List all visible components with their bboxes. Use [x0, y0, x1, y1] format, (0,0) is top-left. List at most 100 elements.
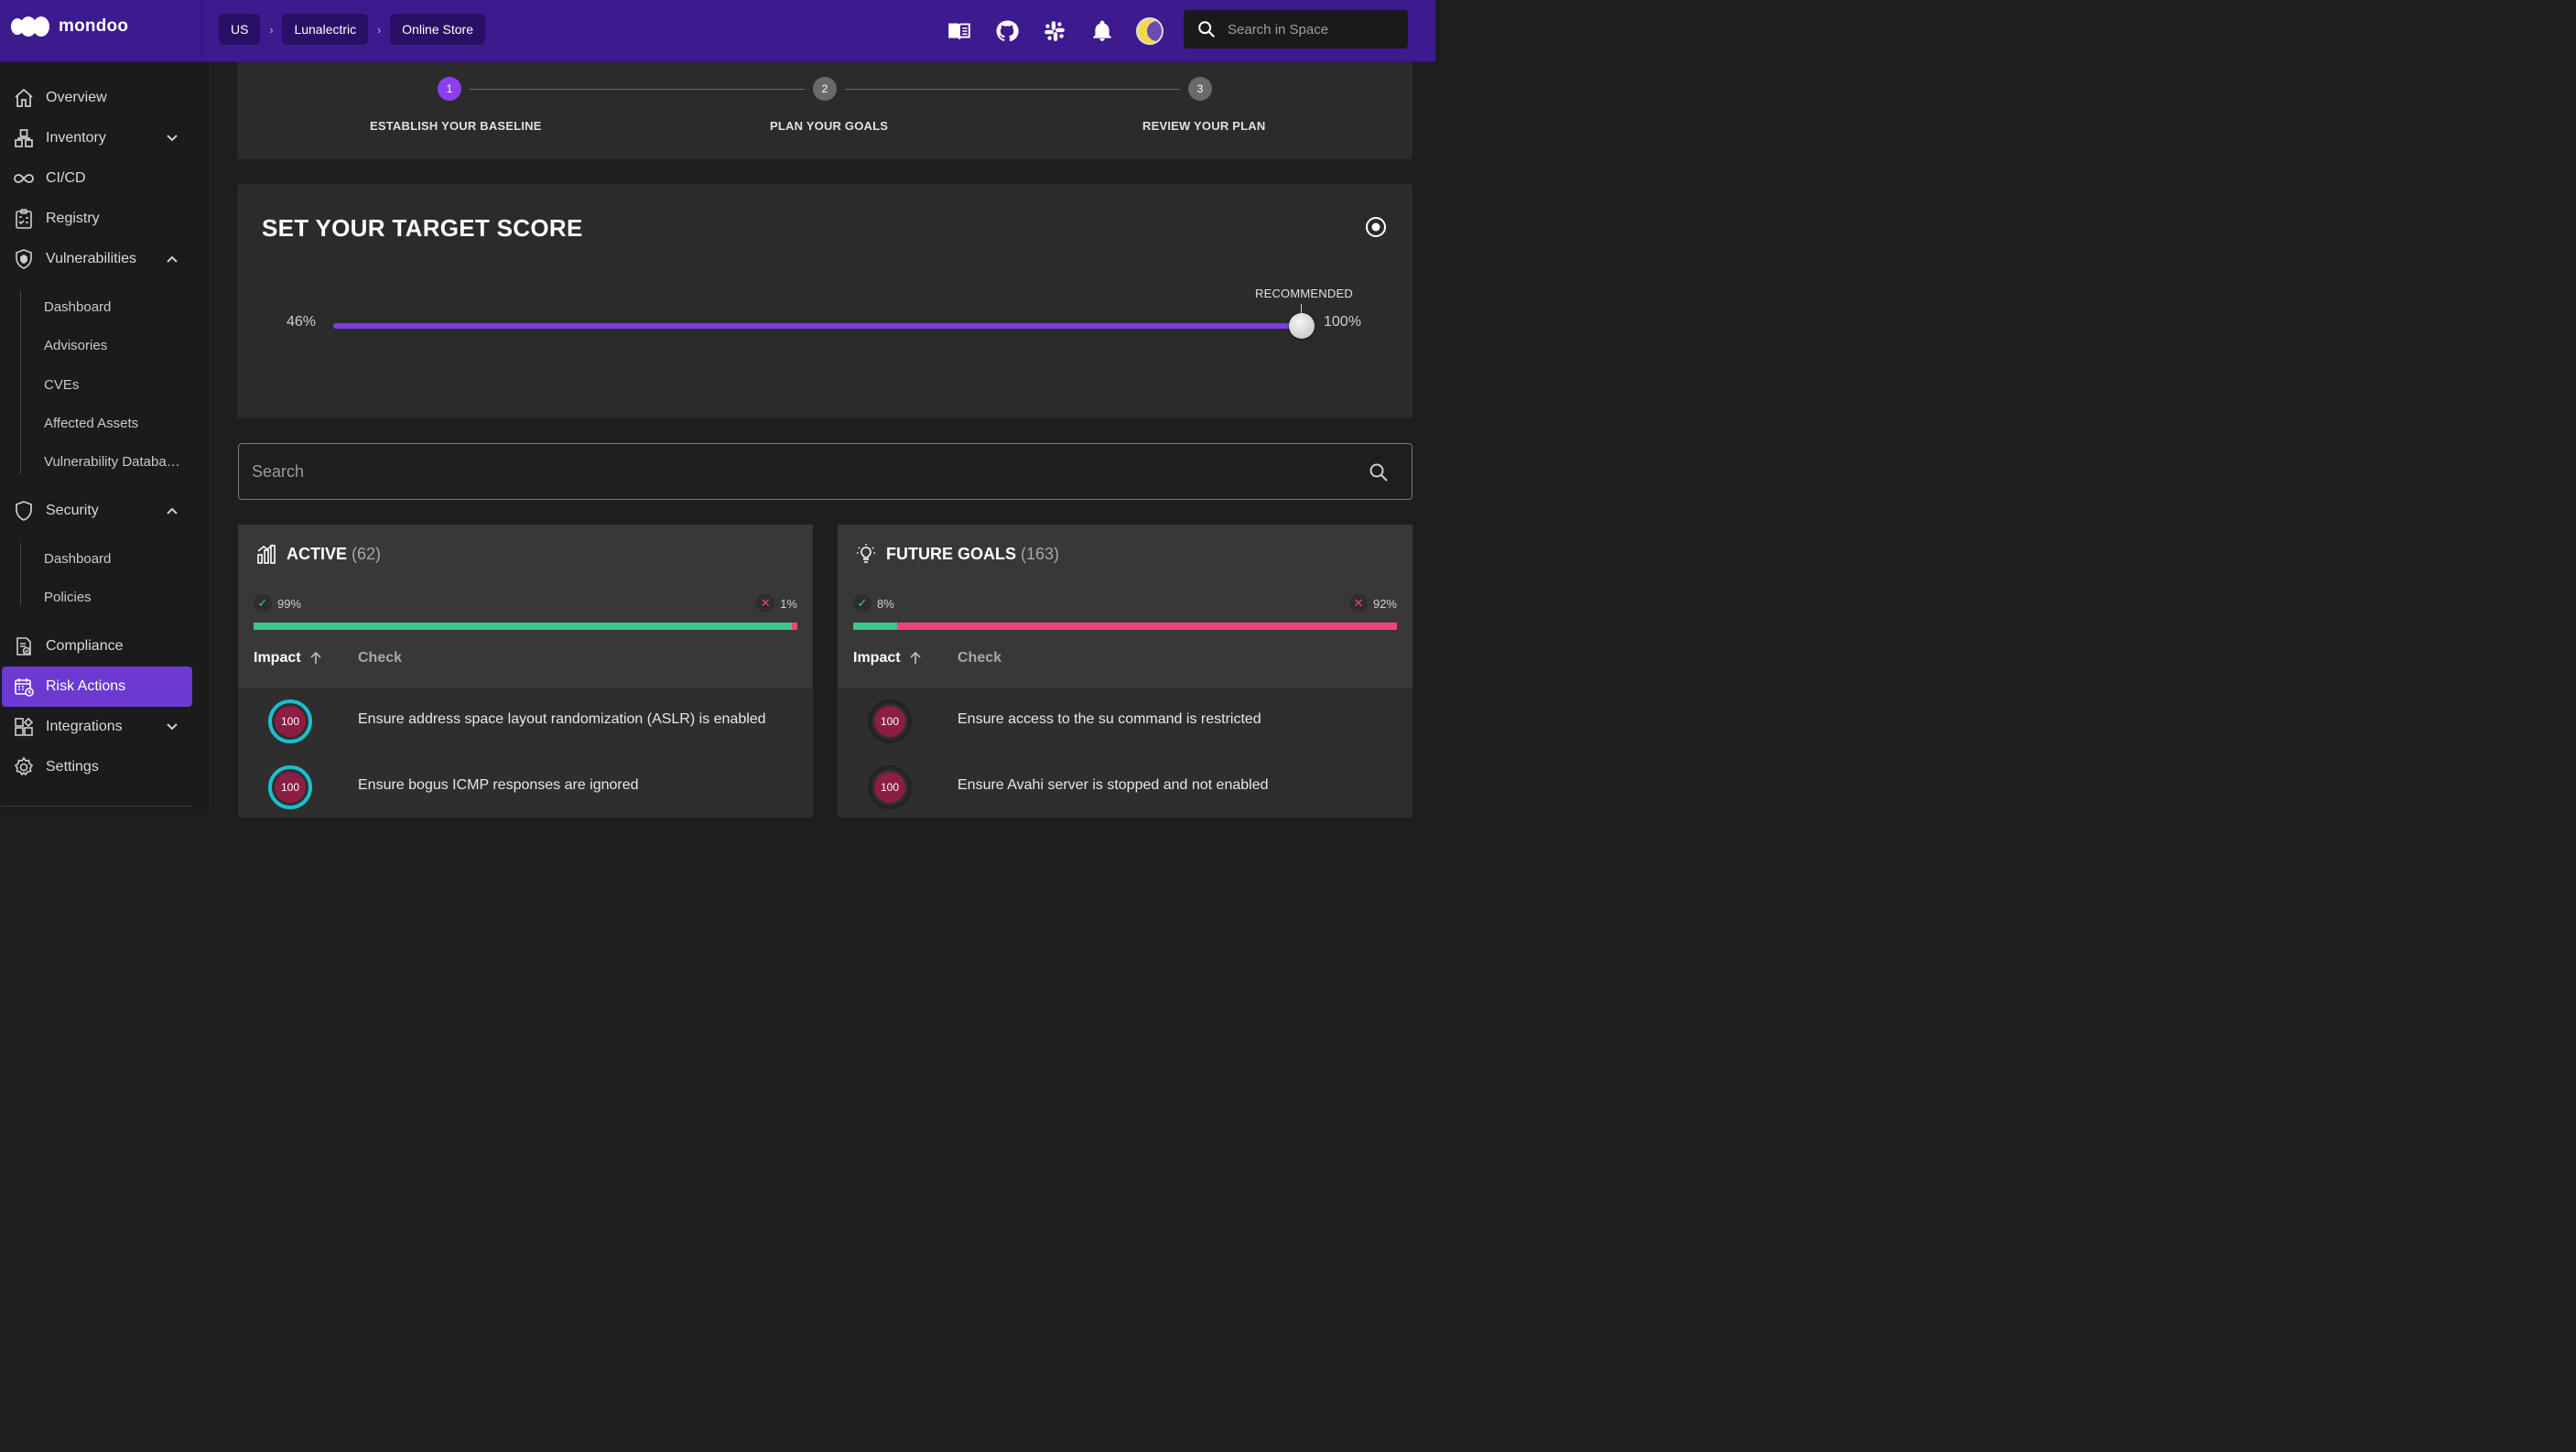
active-fail-pct: 1%: [780, 596, 797, 611]
step-1-indicator[interactable]: 1: [438, 77, 461, 101]
sidebar-item-label: Risk Actions: [46, 678, 126, 694]
infinity-icon: [13, 168, 35, 190]
sidebar-item-risk-actions[interactable]: Risk Actions: [2, 666, 192, 707]
breadcrumb-region[interactable]: US: [219, 14, 261, 45]
sidebar-subitem-advisories[interactable]: Advisories: [44, 335, 107, 357]
github-icon[interactable]: [990, 15, 1023, 48]
sidebar-item-label: Integrations: [46, 719, 123, 734]
sidebar-item-cicd[interactable]: CI/CD: [2, 158, 192, 199]
sidebar: Overview Inventory CI/CD Registry Vulner…: [0, 62, 211, 809]
future-fail-indicator: ✕ 92%: [1348, 594, 1397, 612]
sidebar-item-label: Vulnerabilities: [46, 251, 137, 266]
check-title: Ensure Avahi server is stopped and not e…: [958, 777, 1269, 793]
check-column-header[interactable]: Check: [358, 650, 402, 666]
space-search-placeholder: Search in Space: [1228, 21, 1329, 38]
sidebar-item-vulnerabilities[interactable]: Vulnerabilities: [2, 239, 192, 279]
sidebar-item-integrations[interactable]: Integrations: [2, 707, 192, 747]
mondoo-logo-mark: [11, 16, 49, 37]
breadcrumb-space[interactable]: Online Store: [390, 14, 485, 45]
slider-min-label: 46%: [287, 314, 317, 330]
theme-toggle-icon[interactable]: [1133, 15, 1166, 48]
target-icon[interactable]: [1365, 216, 1387, 238]
active-count: (62): [352, 545, 382, 563]
sidebar-item-label: Compliance: [46, 638, 124, 654]
active-progress-fill: [254, 623, 793, 630]
check-icon: ✓: [254, 594, 272, 612]
table-row[interactable]: 100 Ensure access to the su command is r…: [838, 688, 1412, 753]
arrow-up-icon: [310, 651, 321, 664]
table-row[interactable]: 100 Ensure address space layout randomiz…: [238, 688, 813, 753]
chevron-up-icon[interactable]: [163, 250, 181, 268]
target-score-slider-track[interactable]: [333, 323, 1302, 329]
impact-column-header[interactable]: Impact: [853, 650, 923, 666]
chevron-down-icon[interactable]: [163, 129, 181, 147]
chevron-up-icon[interactable]: [163, 502, 181, 520]
sidebar-item-label: Inventory: [46, 130, 106, 146]
impact-badge: 100: [268, 699, 312, 743]
mondoo-logo[interactable]: mondoo: [11, 16, 128, 37]
sidebar-subitem-vuln-dashboard[interactable]: Dashboard: [44, 297, 111, 319]
active-checks-panel: ACTIVE (62) ✓ 99% ✕ 1% Impact Check 100 …: [238, 525, 813, 818]
sidebar-item-inventory[interactable]: Inventory: [2, 118, 192, 158]
check-title: Ensure access to the su command is restr…: [958, 711, 1261, 727]
checks-search-input[interactable]: Search: [238, 443, 1412, 500]
chevron-down-icon[interactable]: [163, 718, 181, 736]
submenu-guide-line: [20, 291, 21, 474]
sidebar-subitem-affected-assets[interactable]: Affected Assets: [44, 413, 138, 435]
step-3-label: REVIEW YOUR PLAN: [1142, 119, 1266, 133]
shield-icon: [13, 500, 35, 522]
checks-search-placeholder: Search: [252, 462, 305, 481]
topbar-icons: [943, 15, 1181, 48]
search-icon: [1198, 21, 1215, 38]
integrations-icon: [13, 716, 35, 738]
bar-chart-icon: [255, 543, 277, 565]
step-2-indicator[interactable]: 2: [813, 77, 837, 101]
sidebar-item-label: Security: [46, 503, 99, 518]
sidebar-subitem-cves[interactable]: CVEs: [44, 374, 79, 396]
table-row[interactable]: 100 Ensure bogus ICMP responses are igno…: [238, 753, 813, 819]
sidebar-item-settings[interactable]: Settings: [2, 747, 192, 787]
space-search-input[interactable]: Search in Space: [1184, 10, 1408, 49]
sidebar-subitem-policies[interactable]: Policies: [44, 587, 92, 609]
target-score-title: SET YOUR TARGET SCORE: [262, 214, 583, 242]
calendar-icon: [13, 676, 35, 698]
table-row[interactable]: 100 Ensure Avahi server is stopped and n…: [838, 753, 1412, 819]
sidebar-item-label: CI/CD: [46, 170, 86, 186]
step-connector: [845, 89, 1180, 90]
active-fail-indicator: ✕ 1%: [756, 594, 797, 612]
future-fail-pct: 92%: [1372, 596, 1397, 611]
sidebar-item-security[interactable]: Security: [2, 491, 192, 531]
arrow-up-icon: [910, 651, 921, 664]
sidebar-subitem-vulnerability-database[interactable]: Vulnerability Databa…: [44, 451, 180, 473]
impact-badge: 100: [868, 699, 912, 743]
future-progress-fill: [853, 623, 897, 630]
inventory-icon: [13, 127, 35, 149]
check-title: Ensure bogus ICMP responses are ignored: [358, 777, 639, 793]
bell-icon[interactable]: [1086, 15, 1119, 48]
topbar-divider: [201, 0, 202, 62]
breadcrumb-organization[interactable]: Lunalectric: [282, 14, 369, 45]
slider-max-label: 100%: [1324, 314, 1361, 330]
sidebar-item-compliance[interactable]: Compliance: [2, 626, 192, 666]
step-2-label: PLAN YOUR GOALS: [770, 119, 889, 133]
target-score-slider-thumb[interactable]: [1289, 313, 1315, 339]
slack-icon[interactable]: [1038, 15, 1071, 48]
check-column-header[interactable]: Check: [958, 650, 1001, 666]
check-icon: ✓: [853, 594, 871, 612]
future-pass-pct: 8%: [877, 596, 894, 611]
lightbulb-icon: [855, 543, 877, 565]
impact-column-header[interactable]: Impact: [254, 650, 323, 666]
future-goals-panel: FUTURE GOALS (163) ✓ 8% ✕ 92% Impact Che…: [838, 525, 1412, 818]
plan-stepper: 1 2 3 ESTABLISH YOUR BASELINE PLAN YOUR …: [237, 62, 1412, 159]
sidebar-subitem-security-dashboard[interactable]: Dashboard: [44, 548, 111, 570]
check-title: Ensure address space layout randomizatio…: [358, 711, 766, 727]
sidebar-item-overview[interactable]: Overview: [2, 78, 192, 118]
active-panel-title: ACTIVE (62): [287, 545, 382, 563]
sidebar-item-registry[interactable]: Registry: [2, 199, 192, 239]
logo-text: mondoo: [59, 16, 129, 36]
future-count: (163): [1021, 545, 1060, 563]
breadcrumb-separator: ›: [376, 22, 382, 37]
search-icon[interactable]: [1368, 461, 1390, 483]
docs-book-icon[interactable]: [943, 15, 976, 48]
step-3-indicator[interactable]: 3: [1188, 77, 1212, 101]
